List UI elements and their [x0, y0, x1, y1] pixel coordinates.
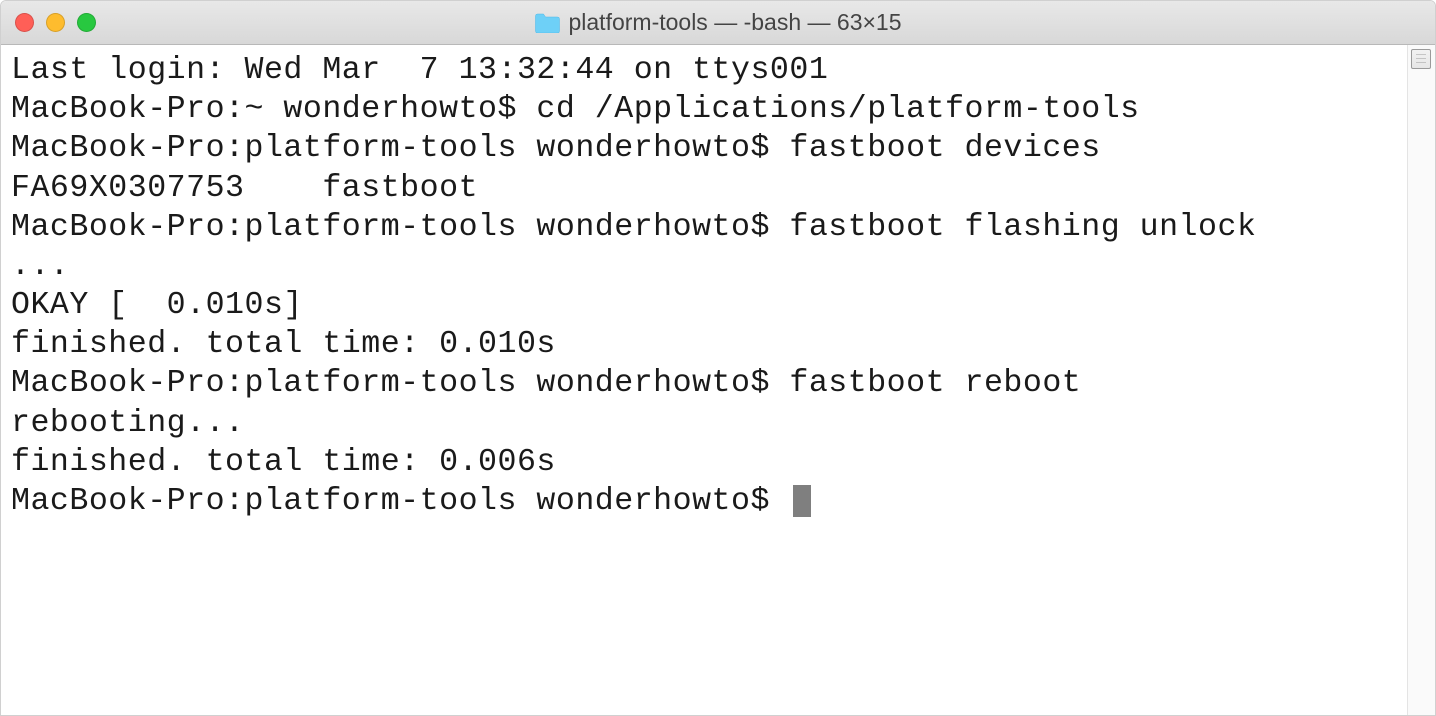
terminal-window: platform-tools — -bash — 63×15 Last logi… [0, 0, 1436, 716]
terminal-line: MacBook-Pro:~ wonderhowto$ cd /Applicati… [11, 90, 1401, 129]
scrollbar[interactable] [1407, 45, 1435, 715]
terminal-prompt: MacBook-Pro:platform-tools wonderhowto$ [11, 484, 789, 519]
minimize-button[interactable] [46, 13, 65, 32]
scroll-grip-icon [1416, 54, 1426, 64]
terminal-content[interactable]: Last login: Wed Mar 7 13:32:44 on ttys00… [1, 45, 1407, 715]
scroll-thumb[interactable] [1411, 49, 1431, 69]
terminal-line: Last login: Wed Mar 7 13:32:44 on ttys00… [11, 51, 1401, 90]
window-title: platform-tools — -bash — 63×15 [534, 9, 901, 36]
folder-icon [534, 12, 560, 33]
terminal-line: finished. total time: 0.006s [11, 443, 1401, 482]
titlebar[interactable]: platform-tools — -bash — 63×15 [1, 1, 1435, 45]
terminal-line: OKAY [ 0.010s] [11, 286, 1401, 325]
terminal-line: MacBook-Pro:platform-tools wonderhowto$ … [11, 208, 1401, 247]
terminal-line: MacBook-Pro:platform-tools wonderhowto$ … [11, 364, 1401, 403]
cursor [793, 485, 811, 517]
terminal-line: rebooting... [11, 404, 1401, 443]
terminal-line: ... [11, 247, 1401, 286]
close-button[interactable] [15, 13, 34, 32]
terminal-line: finished. total time: 0.010s [11, 325, 1401, 364]
window-title-text: platform-tools — -bash — 63×15 [568, 9, 901, 36]
terminal-line: FA69X0307753 fastboot [11, 169, 1401, 208]
traffic-lights [15, 13, 96, 32]
terminal-prompt-line: MacBook-Pro:platform-tools wonderhowto$ [11, 482, 1401, 521]
terminal-line: MacBook-Pro:platform-tools wonderhowto$ … [11, 129, 1401, 168]
zoom-button[interactable] [77, 13, 96, 32]
terminal-body: Last login: Wed Mar 7 13:32:44 on ttys00… [1, 45, 1435, 715]
